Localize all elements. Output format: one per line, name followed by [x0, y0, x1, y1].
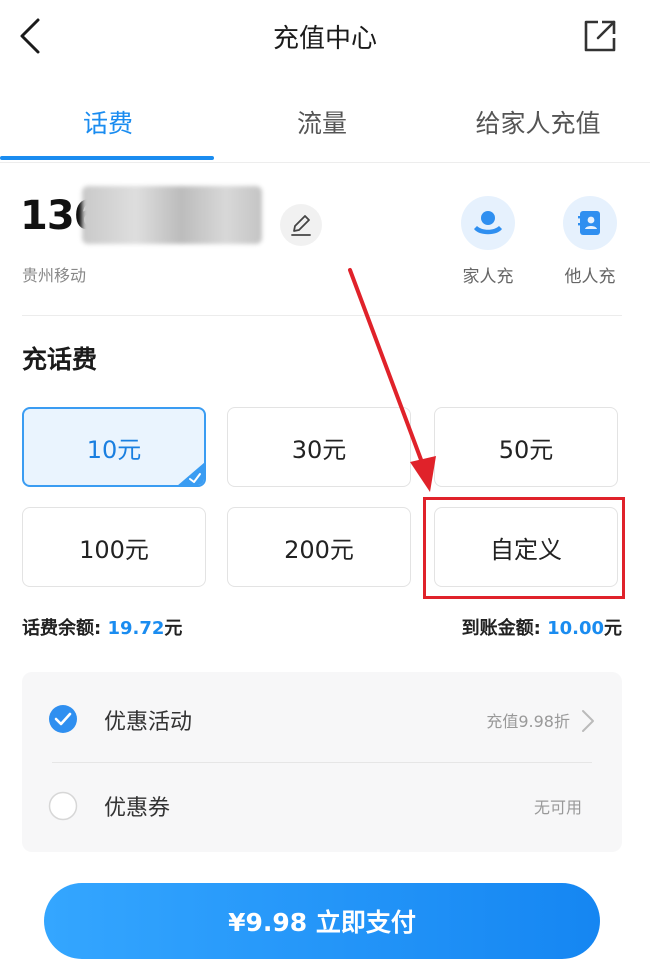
- family-recharge-label: 家人充: [462, 267, 514, 287]
- amount-option-10[interactable]: 10元: [22, 407, 206, 487]
- amount-option-100[interactable]: 100元: [22, 507, 206, 587]
- tab-family-recharge[interactable]: 给家人充值: [430, 104, 646, 140]
- amount-label: 200元: [284, 535, 354, 564]
- promo-coupon-value: 无可用: [533, 798, 582, 817]
- annotation-arrow-icon: [348, 268, 436, 492]
- share-icon[interactable]: [582, 18, 618, 54]
- carrier-label: 贵州移动: [22, 266, 87, 285]
- promo-activity-row[interactable]: 优惠活动 充值9.98折: [22, 672, 622, 762]
- checked-circle-icon[interactable]: [48, 704, 78, 734]
- arrival-info: 到账金额: 10.00元: [424, 614, 622, 640]
- amount-option-200[interactable]: 200元: [227, 507, 411, 587]
- section-title: 充话费: [22, 345, 98, 374]
- amount-label: 100元: [79, 535, 149, 564]
- contact-book-icon: [563, 196, 617, 250]
- phone-number-masked: [82, 186, 262, 244]
- other-recharge-button[interactable]: 他人充: [545, 196, 635, 296]
- arrival-label: 到账金额:: [461, 618, 548, 639]
- other-recharge-label: 他人充: [564, 267, 616, 287]
- balance-info: 话费余额: 19.72元: [22, 614, 182, 640]
- divider: [22, 315, 622, 316]
- unchecked-circle-icon[interactable]: [48, 791, 78, 821]
- active-tab-indicator: [0, 156, 214, 160]
- family-recharge-button[interactable]: 家人充: [443, 196, 533, 296]
- promo-coupon-row[interactable]: 优惠券 无可用: [22, 763, 622, 852]
- promotion-panel: 优惠活动 充值9.98折 优惠券 无可用: [22, 672, 622, 852]
- pencil-icon: [291, 215, 311, 236]
- balance-unit: 元: [164, 618, 183, 639]
- page-title: 充值中心: [272, 24, 377, 54]
- amount-label: 50元: [498, 435, 554, 464]
- chevron-right-icon: [582, 710, 594, 732]
- amount-option-50[interactable]: 50元: [434, 407, 618, 487]
- family-icon: [461, 196, 515, 250]
- amount-label: 10元: [86, 435, 142, 464]
- selected-check-icon: [178, 462, 204, 485]
- arrival-value: 10.00: [547, 618, 604, 639]
- balance-label: 话费余额:: [22, 618, 108, 639]
- promo-activity-value: 充值9.98折: [486, 712, 570, 731]
- arrival-unit: 元: [604, 618, 622, 639]
- promo-activity-label: 优惠活动: [104, 710, 193, 735]
- tab-data[interactable]: 流量: [214, 104, 430, 140]
- edit-number-button[interactable]: [280, 204, 322, 246]
- pay-now-button[interactable]: ¥9.98 立即支付: [44, 883, 600, 959]
- balance-value: 19.72: [107, 618, 165, 639]
- promo-coupon-label: 优惠券: [104, 796, 171, 821]
- tab-phone-bill[interactable]: 话费: [0, 104, 216, 140]
- tab-bar: 话费 流量 给家人充值: [0, 90, 650, 163]
- annotation-highlight-box: [423, 497, 625, 599]
